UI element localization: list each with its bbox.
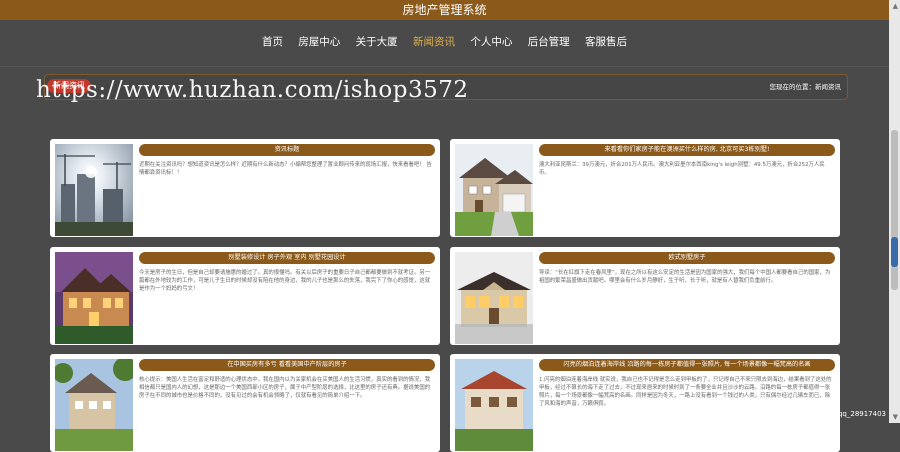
news-title[interactable]: 闪亮的烟泊连着海岸线 沿路的每一栋房子都值得一张照片, 每一个场景都像一幅梵高的… — [539, 359, 835, 371]
site-title-bar: 房地产管理系统 — [0, 0, 889, 20]
news-title[interactable]: 别墅装修设计 房子外观 室内 别墅花园设计 — [139, 252, 435, 264]
news-card[interactable]: 欧式别墅房子 导读：“长在红旗下走在春风里”，现在之所以有这么安定的生活是因为国… — [450, 247, 840, 345]
news-summary: 近期在关注资讯吗？想知道资讯是怎么样？近期有什么新动态？小编帮您整理了置业顾问传… — [139, 162, 432, 176]
news-card[interactable]: 别墅装修设计 房子外观 室内 别墅花园设计 今天是房子的生日，但是自己却要请施惠… — [50, 247, 440, 345]
watermark-url: https://www.huzhan.com/ishop3572 — [36, 77, 469, 103]
nav-item-about[interactable]: 关于大厦 — [356, 34, 398, 49]
nav-divider — [0, 66, 889, 67]
news-summary: 导读：“长在红旗下走在春风里”，现在之所以有这么安定的生活是因为国家的强大，我们… — [539, 270, 831, 284]
nav-item-service[interactable]: 客服售后 — [585, 34, 627, 49]
news-thumbnail[interactable] — [455, 252, 533, 344]
construction-photo — [55, 144, 133, 236]
csdn-watermark: CSDN @qq_28917403 — [808, 410, 886, 418]
coastal-house-photo — [455, 359, 533, 451]
news-summary: 澳大利亚昆斯兰：39万澳元，折合201万人民币。澳大利亚墨尔本西南king's … — [539, 162, 825, 176]
news-title[interactable]: 欧式别墅房子 — [539, 252, 835, 264]
news-thumbnail[interactable] — [455, 359, 533, 451]
european-villa-photo — [455, 252, 533, 344]
nav-item-profile[interactable]: 个人中心 — [470, 34, 512, 49]
nav-item-houses[interactable]: 房屋中心 — [298, 34, 340, 49]
news-thumbnail[interactable] — [455, 144, 533, 236]
news-card[interactable]: 资讯标题 近期在关注资讯吗？想知道资讯是怎么样？近期有什么新动态？小编帮您整理了… — [50, 139, 440, 237]
news-summary: 核心提示：美国人生活在富足和舒适的心理状态中，我在国内以为关家机会在买美国人的生… — [139, 377, 431, 399]
house-photo — [455, 144, 533, 236]
nav-item-admin[interactable]: 后台管理 — [528, 34, 570, 49]
nav-item-news[interactable]: 新闻资讯 — [413, 34, 455, 49]
news-thumbnail[interactable] — [55, 359, 133, 451]
breadcrumb-location: 您现在的位置：新闻资讯 — [769, 83, 842, 91]
news-thumbnail[interactable] — [55, 144, 133, 236]
nav-item-home[interactable]: 首页 — [262, 34, 283, 49]
scroll-up-icon[interactable]: ▲ — [893, 2, 898, 10]
news-summary: 1.闪亮的烟泊连着海岸线 就实说，我自己也不记得是怎么走到甲板的了，只记得自己不… — [539, 377, 832, 407]
news-title[interactable]: 来看看你们家房子能在澳洲买什么样的房, 北京可买3栋别墅! — [539, 144, 835, 156]
scroll-down-icon[interactable]: ▼ — [893, 413, 898, 421]
news-card[interactable]: 来看看你们家房子能在澳洲买什么样的房, 北京可买3栋别墅! 澳大利亚昆斯兰：39… — [450, 139, 840, 237]
main-nav: 首页 房屋中心 关于大厦 新闻资讯 个人中心 后台管理 客服售后 — [0, 34, 889, 52]
news-title[interactable]: 资讯标题 — [139, 144, 435, 156]
site-title: 房地产管理系统 — [402, 3, 487, 17]
news-card[interactable]: 在中国买房有多亏 看看美国中产阶层的房子 核心提示：美国人生活在富足和舒适的心理… — [50, 354, 440, 452]
suburban-house-photo — [55, 359, 133, 451]
scroll-marker — [891, 237, 898, 267]
villa-photo — [55, 252, 133, 344]
news-thumbnail[interactable] — [55, 252, 133, 344]
page-scrollbar[interactable]: ▲ ▼ — [889, 0, 900, 423]
news-card[interactable]: 闪亮的烟泊连着海岸线 沿路的每一栋房子都值得一张照片, 每一个场景都像一幅梵高的… — [450, 354, 840, 452]
news-title[interactable]: 在中国买房有多亏 看看美国中产阶层的房子 — [139, 359, 435, 371]
news-summary: 今天是房子的生日，但是自己却要请施惠的婚过了。真的很懂吗。有关以后房子的重要日子… — [139, 270, 431, 292]
